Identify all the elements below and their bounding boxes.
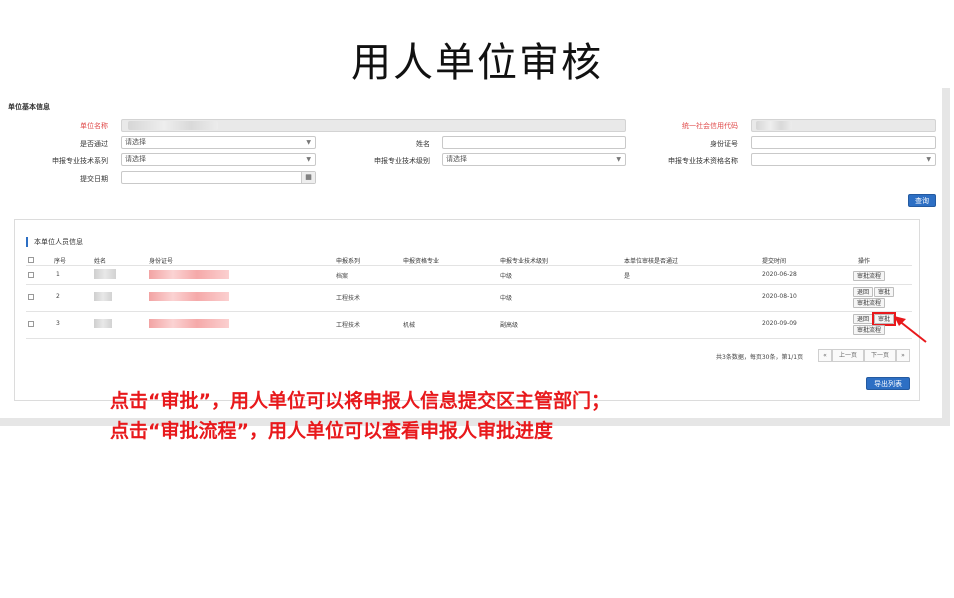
tech-series-select-value: 请选择 (125, 155, 146, 163)
row-level: 副高级 (500, 322, 519, 329)
return-button[interactable]: 退回 (853, 287, 873, 297)
row-index: 1 (56, 271, 60, 278)
col-header: 身份证号 (149, 258, 174, 265)
passed-select-value: 请选择 (125, 138, 146, 146)
query-button[interactable]: 查询 (908, 194, 936, 207)
row-divider (26, 311, 912, 312)
return-button[interactable]: 退回 (853, 314, 873, 324)
select-all-checkbox[interactable] (28, 257, 34, 263)
row-series: 工程技术 (336, 322, 361, 329)
label-passed: 是否通过 (80, 140, 108, 148)
staff-panel (14, 219, 920, 401)
row-divider (26, 284, 912, 285)
row-divider (26, 265, 912, 266)
redacted-id-number (149, 270, 229, 279)
row-passed: 是 (624, 273, 631, 280)
staff-panel-title: 本单位人员信息 (26, 237, 83, 247)
label-unit-name: 单位名称 (80, 122, 108, 130)
approval-process-button[interactable]: 审批流程 (853, 325, 885, 335)
label-tech-series: 申报专业技术系列 (52, 157, 108, 165)
col-header: 姓名 (94, 258, 107, 265)
chevron-down-icon: ▼ (306, 139, 311, 146)
tech-series-select[interactable]: 请选择 ▼ (121, 153, 316, 166)
row-time: 2020-08-10 (762, 293, 797, 300)
redacted-name (94, 292, 112, 301)
redacted-credit-code (756, 121, 792, 130)
tech-level-select[interactable]: 请选择 ▼ (442, 153, 626, 166)
row-checkbox[interactable] (28, 294, 34, 300)
col-header: 操作 (858, 258, 871, 265)
page-title: 用人单位审核 (351, 40, 603, 86)
row-index: 2 (56, 293, 60, 300)
label-tech-level: 申报专业技术级别 (374, 157, 430, 165)
row-major: 机械 (403, 322, 416, 329)
row-series: 档案 (336, 273, 349, 280)
redacted-id-number (149, 292, 229, 301)
col-header: 本单位审核是否通过 (624, 258, 679, 265)
redacted-unit-name (128, 121, 218, 130)
redacted-name (94, 269, 116, 279)
col-header: 提交时间 (762, 258, 787, 265)
row-time: 2020-09-09 (762, 320, 797, 327)
tech-level-select-value: 请选择 (446, 155, 467, 163)
approval-process-button[interactable]: 审批流程 (853, 271, 885, 281)
label-name: 姓名 (416, 140, 430, 148)
redacted-id-number (149, 319, 229, 328)
label-credit-code: 统一社会信用代码 (682, 122, 738, 130)
row-level: 中级 (500, 273, 513, 280)
id-number-input[interactable] (751, 136, 936, 149)
credit-code-field (751, 119, 936, 132)
annotation-line-2: 点击“审批流程”，用人单位可以查看申报人审批进度 (110, 420, 553, 442)
annotation-line-1: 点击“审批”，用人单位可以将申报人信息提交区主管部门； (110, 390, 610, 412)
row-series: 工程技术 (336, 295, 361, 302)
annotation-arrow-icon (894, 316, 927, 343)
passed-select[interactable]: 请选择 ▼ (121, 136, 316, 149)
submit-date-input[interactable]: ▦ (121, 171, 316, 184)
next-page-button[interactable]: 下一页 (864, 349, 896, 362)
chevron-down-icon: ▼ (306, 156, 311, 163)
first-page-button[interactable]: « (818, 349, 832, 362)
name-input[interactable] (442, 136, 626, 149)
row-checkbox[interactable] (28, 272, 34, 278)
col-header: 申报资格专业 (403, 258, 440, 265)
row-divider (26, 338, 912, 339)
col-header: 序号 (54, 258, 67, 265)
redacted-name (94, 319, 112, 328)
export-list-button[interactable]: 导出列表 (866, 377, 910, 390)
approve-button[interactable]: 审批 (874, 287, 894, 297)
chevron-down-icon: ▼ (616, 156, 621, 163)
unit-name-field (121, 119, 626, 132)
label-id-number: 身份证号 (710, 140, 738, 148)
label-qualification-name: 申报专业技术资格名称 (668, 157, 738, 165)
chevron-down-icon: ▼ (926, 156, 931, 163)
row-checkbox[interactable] (28, 321, 34, 327)
pagination-summary: 共3条数据，每页30条，第1/1页 (716, 354, 804, 361)
row-index: 3 (56, 320, 60, 327)
calendar-icon[interactable]: ▦ (301, 172, 315, 183)
col-header: 申报专业技术级别 (500, 258, 549, 265)
last-page-button[interactable]: » (896, 349, 910, 362)
label-submit-date: 提交日期 (80, 175, 108, 183)
row-time: 2020-06-28 (762, 271, 797, 278)
qualification-name-select[interactable]: ▼ (751, 153, 936, 166)
prev-page-button[interactable]: 上一页 (832, 349, 864, 362)
row-level: 中级 (500, 295, 513, 302)
section-title-basic-info: 单位基本信息 (8, 103, 50, 111)
approval-process-button[interactable]: 审批流程 (853, 298, 885, 308)
col-header: 申报系列 (336, 258, 361, 265)
